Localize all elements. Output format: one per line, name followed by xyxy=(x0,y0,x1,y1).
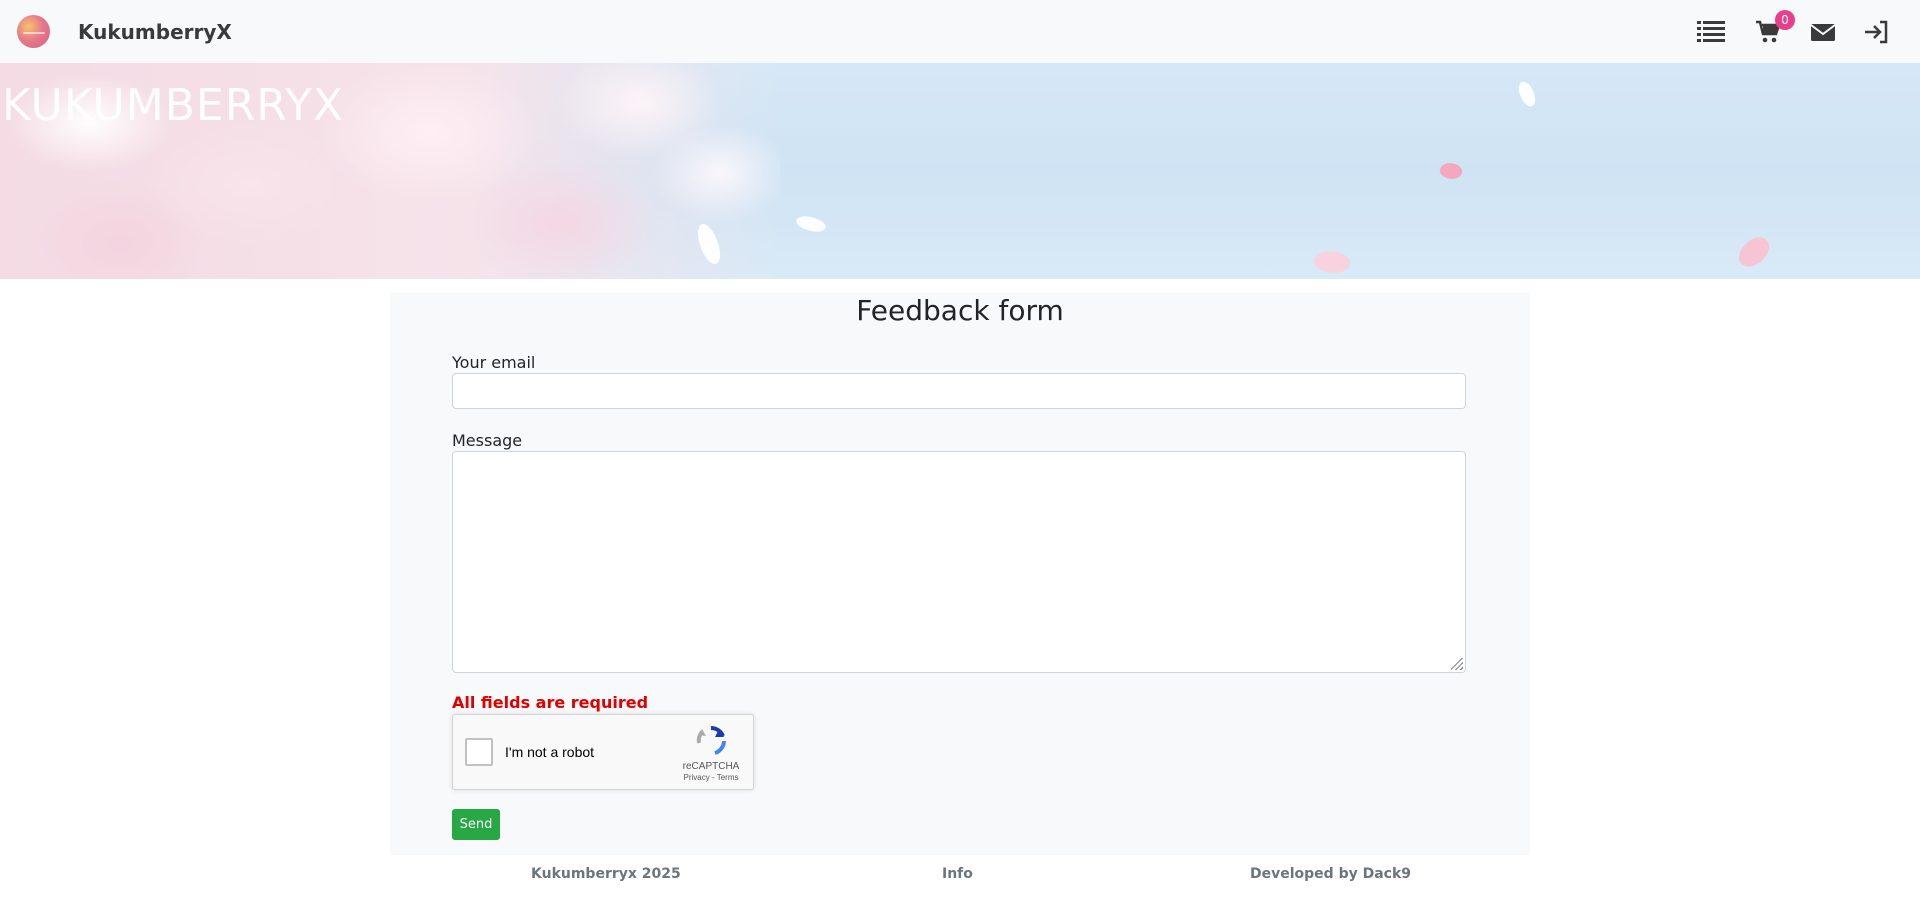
petal-decoration xyxy=(1514,79,1540,109)
navbar: KukumberryX 0 xyxy=(0,0,1920,63)
recaptcha-widget: I'm not a robot reCAPTCHA Privacy - Term… xyxy=(452,714,754,790)
required-notice: All fields are required xyxy=(452,693,649,712)
list-icon[interactable] xyxy=(1697,19,1725,45)
footer-developer: Developed by Dack9 xyxy=(1250,866,1412,882)
hero-banner: KUKUMBERRYX xyxy=(0,63,1920,279)
brand-logo[interactable] xyxy=(17,15,50,48)
message-label: Message xyxy=(452,431,523,450)
recaptcha-logo-icon xyxy=(696,726,726,755)
feedback-card: Feedback form Your email Message All fie… xyxy=(390,293,1530,855)
mail-icon[interactable] xyxy=(1810,19,1836,45)
recaptcha-brand: reCAPTCHA xyxy=(682,761,740,772)
footer-copyright: Kukumberryx 2025 xyxy=(531,866,681,882)
brand-name[interactable]: KukumberryX xyxy=(78,20,232,44)
cart-count-badge: 0 xyxy=(1775,10,1795,30)
petal-decoration xyxy=(1437,159,1465,183)
email-field[interactable] xyxy=(452,373,1466,409)
send-button[interactable]: Send xyxy=(452,809,500,840)
recaptcha-label: I'm not a robot xyxy=(505,744,595,760)
petal-decoration xyxy=(794,212,828,236)
login-icon[interactable] xyxy=(1863,19,1889,45)
petal-decoration xyxy=(1311,246,1353,278)
form-title: Feedback form xyxy=(856,294,1064,327)
petal-decoration xyxy=(1734,231,1774,273)
recaptcha-checkbox[interactable] xyxy=(465,738,493,766)
hero-title: KUKUMBERRYX xyxy=(2,80,345,131)
recaptcha-privacy-terms-link[interactable]: Privacy - Terms xyxy=(667,773,755,783)
resize-handle[interactable] xyxy=(1451,658,1463,670)
footer-info-link[interactable]: Info xyxy=(942,865,973,883)
message-textarea[interactable] xyxy=(452,451,1466,673)
email-label: Your email xyxy=(452,353,536,372)
